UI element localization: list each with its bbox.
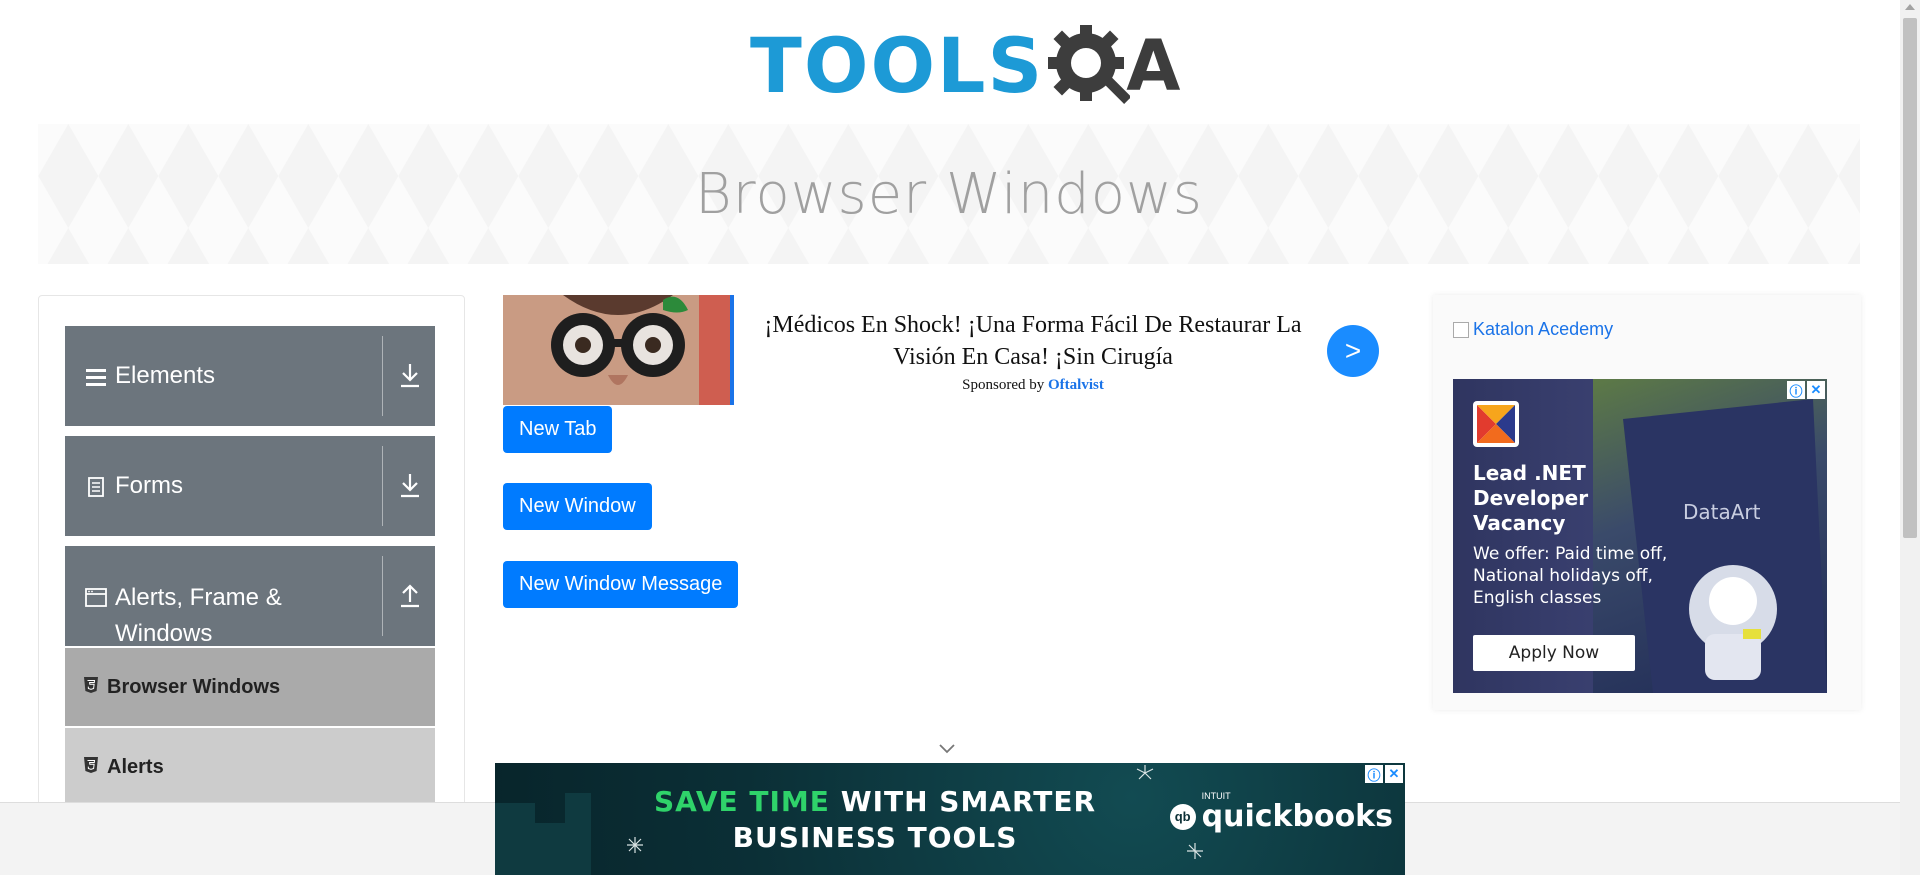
divider <box>382 556 383 636</box>
sidebar-group-label: Forms <box>115 472 183 499</box>
info-icon[interactable]: ⓘ <box>1787 381 1805 399</box>
scroll-up-arrow-icon[interactable] <box>1905 4 1915 10</box>
window-icon <box>85 588 107 607</box>
sidebar-group-alerts-frame-windows[interactable]: Alerts, Frame & Windows <box>65 546 435 647</box>
apply-now-button[interactable]: Apply Now <box>1473 635 1635 671</box>
divider <box>382 336 383 416</box>
ad-next-button[interactable]: > <box>1327 325 1379 377</box>
sidebar-item-alerts[interactable]: Alerts <box>65 728 435 806</box>
sponsor-name[interactable]: Oftalvist <box>1048 377 1104 393</box>
quickbooks-ad[interactable]: SAVE TIME WITH SMARTER BUSINESS TOOLS qb… <box>495 763 1405 875</box>
ad-body: We offer: Paid time off, National holida… <box>1473 544 1668 608</box>
page-banner: Browser Windows <box>38 124 1860 264</box>
ad-choices[interactable]: ⓘ ✕ <box>1365 765 1403 783</box>
new-window-message-button[interactable]: New Window Message <box>503 561 739 608</box>
sponsored-prefix: Sponsored by <box>962 377 1045 393</box>
sidebar-group-label: Elements <box>115 362 216 389</box>
broken-image-icon <box>1453 321 1469 338</box>
ad-headline-line-1: SAVE TIME WITH SMARTER <box>495 785 1255 818</box>
qb-mark-icon: qb <box>1169 803 1196 830</box>
toolsqa-logo[interactable]: TOOLS A <box>750 18 1180 114</box>
quickbooks-logo: qb INTUIT quickbooks <box>1169 791 1393 834</box>
sponsored-ad[interactable]: ¡Médicos En Shock! ¡Una Forma Fácil De R… <box>503 295 1383 405</box>
upload-arrow-icon <box>401 584 419 608</box>
chevron-down-icon[interactable] <box>937 742 957 756</box>
katalon-academy-link[interactable]: Katalon Acedemy <box>1453 319 1613 340</box>
gear-magnifier-icon <box>1048 25 1131 104</box>
html5-icon <box>84 757 98 773</box>
quickbooks-text: quickbooks <box>1201 799 1393 834</box>
close-icon[interactable]: ✕ <box>1807 381 1825 399</box>
scroll-thumb[interactable] <box>1903 18 1917 538</box>
katalon-link-text: Katalon Acedemy <box>1473 319 1614 339</box>
new-window-button[interactable]: New Window <box>503 483 652 530</box>
label-line-2: Windows <box>115 620 213 647</box>
ad-sponsor-line: Sponsored by Oftalvist <box>743 377 1323 394</box>
page: TOOLS A Browser Windows Elements Forms A… <box>0 0 1920 875</box>
vertical-scrollbar[interactable] <box>1900 0 1920 875</box>
logo-qa-mark: A <box>1048 21 1180 111</box>
logo-a-letter: A <box>1126 25 1181 107</box>
sidebar-group-label: Alerts, Frame & Windows <box>115 580 282 652</box>
new-tab-button[interactable]: New Tab <box>503 406 613 453</box>
document-icon <box>88 477 104 497</box>
intuit-text: INTUIT <box>1201 791 1231 801</box>
close-icon[interactable]: ✕ <box>1385 765 1403 783</box>
info-icon[interactable]: ⓘ <box>1365 765 1383 783</box>
dataart-brand-text: DataArt <box>1683 500 1761 524</box>
list-icon <box>86 369 106 386</box>
eye-test-glasses-image <box>503 295 730 405</box>
sidebar-group-forms[interactable]: Forms <box>65 436 435 536</box>
sidebar: Elements Forms Alerts, Frame & Windows B… <box>38 295 465 875</box>
label-line-1: Alerts, Frame & <box>115 584 282 611</box>
download-arrow-icon <box>401 474 419 498</box>
ad-headline-white: WITH SMARTER <box>840 785 1097 818</box>
download-arrow-icon <box>401 364 419 388</box>
ad-headline-green: SAVE TIME <box>653 785 830 818</box>
ad-headline[interactable]: ¡Médicos En Shock! ¡Una Forma Fácil De R… <box>743 309 1323 373</box>
dataart-ad[interactable]: DataArt Lead .NET Developer Vacancy We o… <box>1453 379 1827 693</box>
logo-tools-text: TOOLS <box>750 21 1045 110</box>
divider <box>382 446 383 526</box>
page-title: Browser Windows <box>695 161 1203 227</box>
sidebar-item-label: Alerts <box>107 755 164 778</box>
right-ad-panel: Katalon Acedemy DataArt Lead .NET Develo… <box>1433 295 1861 710</box>
ad-headline-line-2: BUSINESS TOOLS <box>732 821 1018 854</box>
ad-choices[interactable]: ⓘ ✕ <box>1787 381 1825 399</box>
sidebar-group-elements[interactable]: Elements <box>65 326 435 426</box>
ad-image <box>503 295 734 405</box>
sidebar-item-browser-windows[interactable]: Browser Windows <box>65 648 435 726</box>
sidebar-item-label: Browser Windows <box>107 675 281 698</box>
ad-title: Lead .NET Developer Vacancy <box>1473 461 1589 535</box>
html5-icon <box>84 677 98 693</box>
dataart-logo-icon <box>1473 401 1519 447</box>
